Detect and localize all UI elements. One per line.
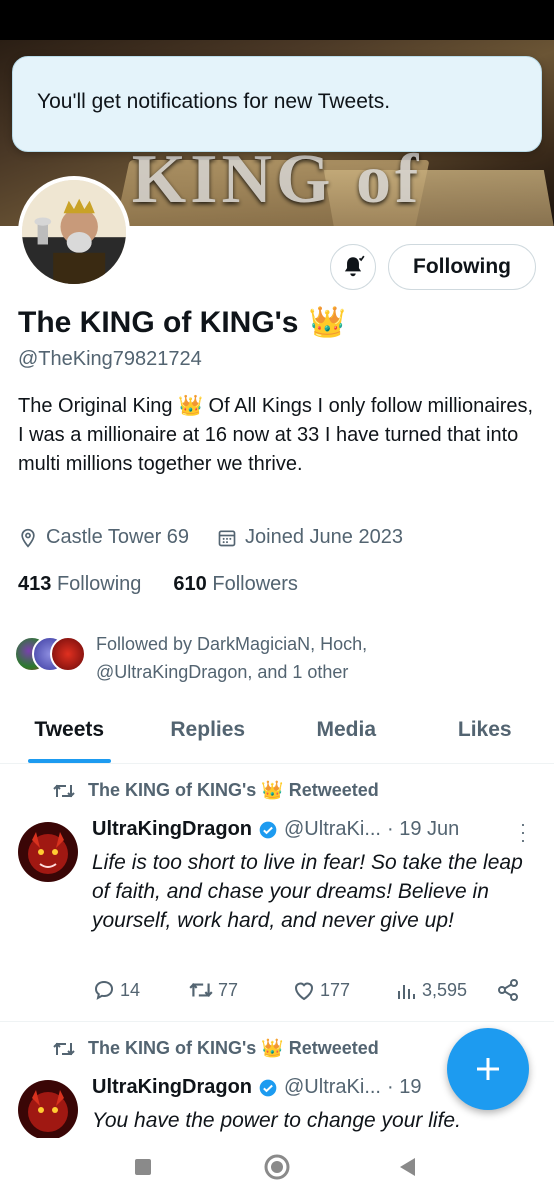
profile-name-text: The KING of KING's [18, 305, 299, 339]
dragon-avatar-image [18, 1080, 78, 1140]
profile-meta: Castle Tower 69 Joined June 2023 [18, 526, 403, 549]
tweet-date: · 19 Jun [386, 818, 460, 840]
tweet-author-handle: @UltraKi... [284, 1076, 381, 1098]
tweet-author-handle: @UltraKi... [284, 818, 381, 840]
calendar-icon [218, 530, 236, 546]
followers-link[interactable]: 610 Followers [173, 573, 298, 596]
tweet-text: You have the power to change your life. [92, 1109, 461, 1132]
tweet-author-name[interactable]: UltraKingDragon [92, 818, 252, 841]
retweeted-by-text: The KING of KING's 👑 Retweeted [88, 780, 379, 800]
followed-by-avatars [14, 636, 86, 676]
verified-icon [259, 821, 277, 838]
notification-toast: You'll get notifications for new Tweets. [12, 56, 542, 152]
retweet-button[interactable]: 77 [188, 979, 292, 1001]
verified-icon [259, 1079, 277, 1096]
location-icon [21, 528, 35, 548]
like-count: 177 [320, 979, 351, 1000]
followers-label: Followers [212, 573, 298, 595]
following-link[interactable]: 413 Following [18, 573, 141, 596]
retweet-icon [189, 983, 213, 997]
views-icon [398, 985, 415, 999]
follow-counts: 413 Following 610 Followers [18, 573, 298, 596]
reply-button[interactable]: 14 [92, 978, 188, 1002]
avatar-image [22, 180, 126, 284]
tweet-author-avatar[interactable] [18, 822, 78, 882]
profile-avatar[interactable] [18, 176, 130, 288]
following-count: 413 [18, 573, 52, 595]
dragon-avatar-image [18, 822, 78, 882]
retweet-icon [53, 784, 75, 797]
crown-icon: 👑 [308, 306, 346, 339]
following-button[interactable]: Following [388, 244, 536, 290]
tweet-header: UltraKingDragon @UltraKi... · 19 [92, 1076, 421, 1099]
profile-tabs: Tweets Replies Media Likes [0, 706, 554, 764]
system-nav-bar [0, 1138, 554, 1200]
compose-tweet-button[interactable] [447, 1028, 529, 1110]
nav-back-icon[interactable] [400, 1158, 415, 1176]
retweet-count: 77 [218, 979, 239, 1000]
tab-media[interactable]: Media [277, 706, 416, 763]
status-bar [0, 0, 554, 40]
share-button[interactable] [496, 978, 520, 1002]
retweeted-by-text: The KING of KING's 👑 Retweeted [88, 1038, 379, 1058]
followed-by-text: Followed by DarkMagiciaN, Hoch, @UltraKi… [96, 634, 368, 682]
profile-bio: The Original King 👑 Of All Kings I only … [18, 395, 534, 475]
like-button[interactable]: 177 [292, 979, 396, 1001]
like-icon [294, 982, 314, 1001]
reply-count: 14 [120, 979, 141, 1000]
tweet[interactable]: The KING of KING's 👑 Retweeted UltraKing… [0, 778, 554, 1022]
mini-avatar [50, 636, 86, 672]
toast-text: You'll get notifications for new Tweets. [37, 90, 391, 113]
compose-plus-icon [477, 1058, 499, 1080]
bell-icon [344, 255, 365, 277]
profile-name: The KING of KING's 👑 [18, 305, 346, 340]
tab-replies[interactable]: Replies [139, 706, 278, 763]
followers-count: 610 [173, 573, 207, 595]
profile-handle: @TheKing79821724 [18, 348, 202, 370]
retweet-context: The KING of KING's 👑 Retweeted [52, 780, 379, 801]
tweet-actions: 14 77 177 3,595 [92, 978, 532, 1002]
retweet-context: The KING of KING's 👑 Retweeted [52, 1038, 379, 1059]
nav-square-icon[interactable] [135, 1159, 151, 1175]
tweet-header: UltraKingDragon @UltraKi... · 19 Jun [92, 818, 459, 841]
tab-tweets[interactable]: Tweets [0, 706, 139, 763]
following-label: Following [56, 573, 142, 595]
view-count: 3,595 [422, 979, 468, 1000]
notification-bell-button[interactable] [330, 244, 376, 290]
profile-location: Castle Tower 69 [46, 526, 190, 548]
more-options-icon[interactable]: · · · [518, 815, 528, 849]
tweet-author-name[interactable]: UltraKingDragon [92, 1076, 252, 1099]
followed-by[interactable]: Followed by DarkMagiciaN, Hoch, @UltraKi… [14, 630, 516, 686]
tweet-date: · 19 [386, 1076, 422, 1098]
tweet-author-avatar[interactable] [18, 1080, 78, 1140]
share-icon [498, 979, 518, 1001]
reply-icon [94, 980, 114, 1000]
retweet-icon [53, 1042, 75, 1055]
views-button[interactable]: 3,595 [396, 979, 496, 1001]
profile-joined: Joined June 2023 [245, 526, 403, 548]
tweet-text: Life is too short to live in fear! So ta… [92, 851, 523, 932]
tab-likes[interactable]: Likes [416, 706, 554, 763]
